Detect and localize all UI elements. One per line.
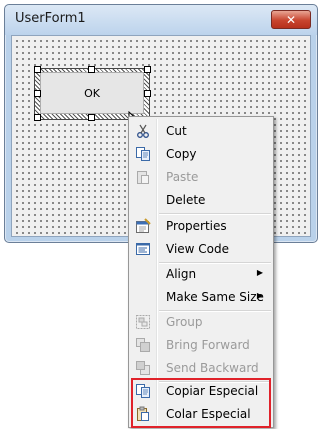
menu-item-label: Delete	[166, 193, 206, 207]
menu-item-cut[interactable]: Cut	[131, 120, 271, 142]
bring-forward-icon	[135, 337, 151, 353]
menu-item-group[interactable]: Group	[131, 311, 271, 333]
menu-item-label: Group	[166, 315, 203, 329]
close-button[interactable]: ✕	[271, 10, 311, 29]
menu-item-label: Send Backward	[166, 361, 259, 375]
menu-item-label: View Code	[166, 242, 230, 256]
menu-item-send-backward[interactable]: Send Backward	[131, 357, 271, 379]
menu-item-bring-forward[interactable]: Bring Forward	[131, 334, 271, 356]
title-bar[interactable]: UserForm1 ✕	[5, 5, 317, 35]
menu-item-label: Make Same Size	[166, 290, 264, 304]
menu-item-view-code[interactable]: View Code	[131, 238, 271, 260]
highlight-box	[131, 378, 271, 428]
menu-item-align[interactable]: Align ▶	[131, 263, 271, 285]
menu-item-label: Properties	[166, 219, 227, 233]
menu-item-label: Paste	[166, 170, 199, 184]
resize-handle[interactable]	[144, 66, 151, 73]
properties-icon	[135, 218, 151, 234]
view-code-icon	[135, 241, 151, 257]
paste-icon	[135, 169, 151, 185]
resize-handle[interactable]	[88, 114, 95, 121]
menu-item-copy[interactable]: Copy	[131, 143, 271, 165]
resize-handle[interactable]	[144, 90, 151, 97]
menu-item-make-same-size[interactable]: Make Same Size ▶	[131, 286, 271, 308]
resize-handle[interactable]	[34, 114, 41, 121]
window-title: UserForm1	[15, 11, 86, 26]
submenu-arrow-icon: ▶	[256, 291, 263, 300]
menu-item-paste[interactable]: Paste	[131, 166, 271, 188]
resize-handle[interactable]	[88, 66, 95, 73]
menu-item-label: Align	[166, 267, 197, 281]
menu-item-label: Copy	[166, 147, 197, 161]
copy-icon	[135, 146, 151, 162]
resize-handle[interactable]	[34, 90, 41, 97]
submenu-arrow-icon: ▶	[256, 268, 263, 277]
resize-handle[interactable]	[34, 66, 41, 73]
send-backward-icon	[135, 360, 151, 376]
menu-item-label: Bring Forward	[166, 338, 250, 352]
scissors-icon	[135, 123, 151, 139]
menu-item-label: Cut	[166, 124, 187, 138]
group-icon	[135, 314, 151, 330]
menu-item-properties[interactable]: Properties	[131, 215, 271, 237]
ok-button[interactable]: OK	[40, 72, 144, 114]
menu-item-delete[interactable]: Delete	[131, 189, 271, 211]
